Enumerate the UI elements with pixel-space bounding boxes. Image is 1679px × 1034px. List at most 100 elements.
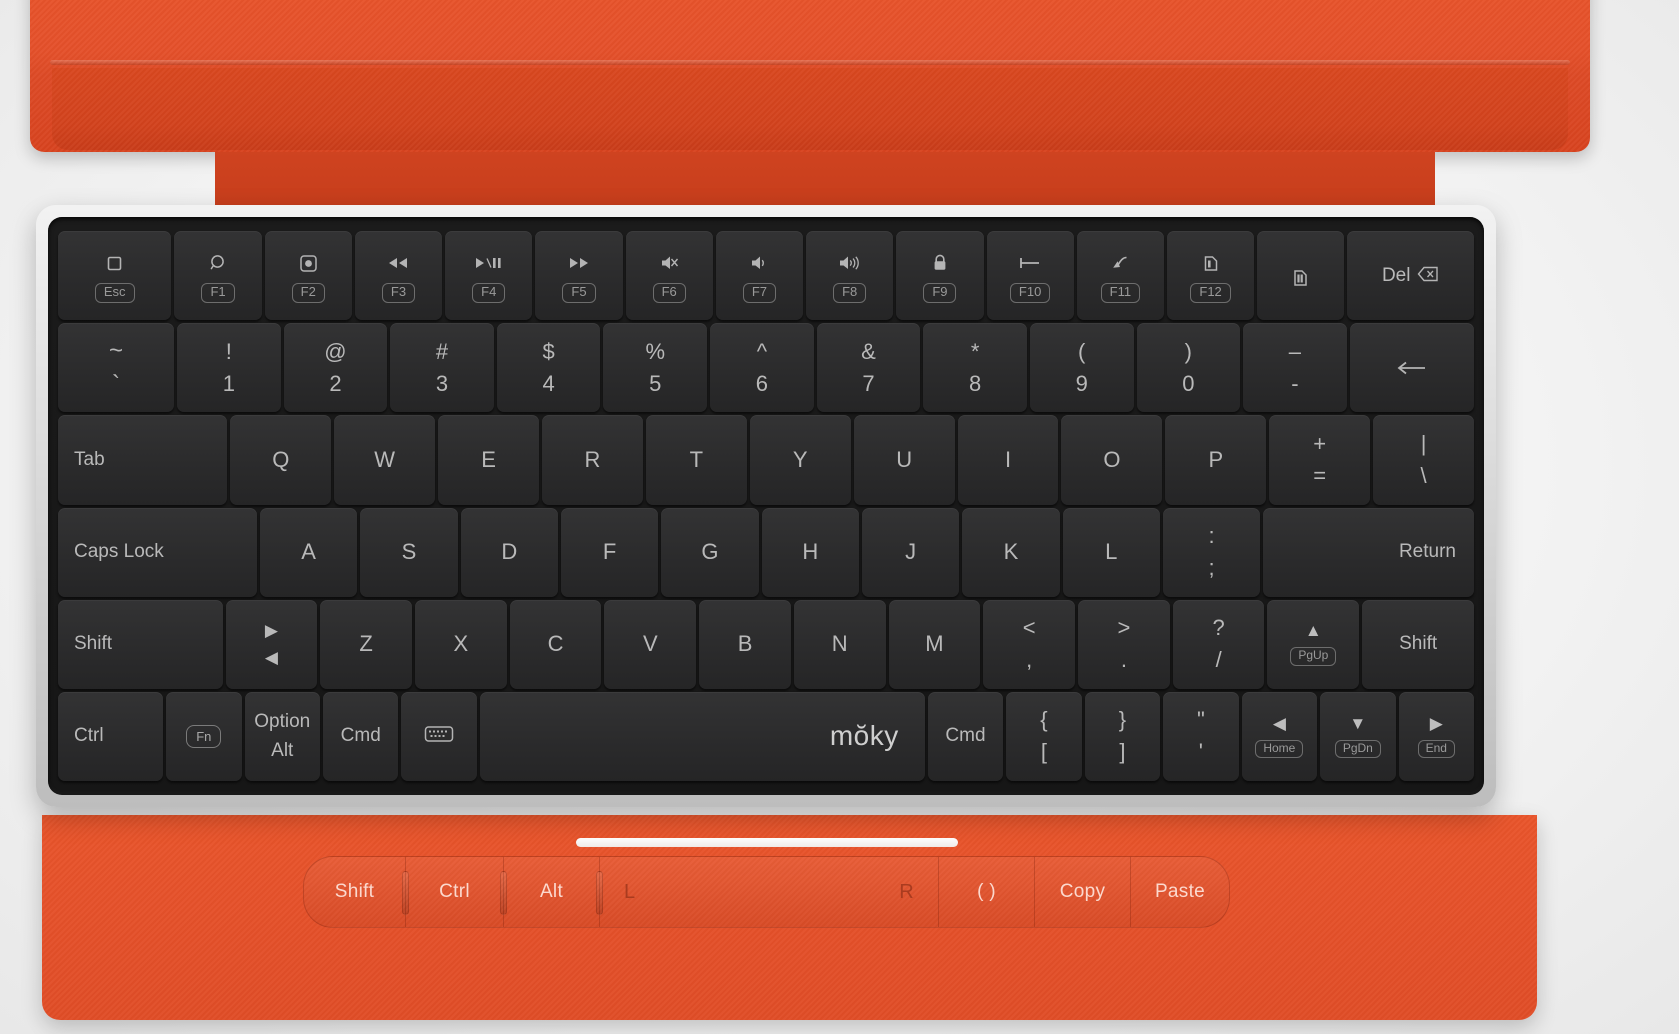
key-p[interactable]: P: [1165, 415, 1267, 505]
trackpad-highlight-bar: [576, 838, 958, 847]
key-q[interactable]: Q: [230, 415, 332, 505]
key-j[interactable]: J: [861, 507, 960, 597]
key-z[interactable]: Z: [320, 599, 413, 689]
strip-parens[interactable]: ( ): [939, 857, 1035, 927]
key-0-top: ): [1184, 338, 1192, 364]
key-x[interactable]: X: [415, 599, 507, 689]
key-slash[interactable]: ? /: [1172, 599, 1265, 689]
key-equal[interactable]: + =: [1269, 415, 1371, 505]
key-f11[interactable]: F11: [1076, 231, 1164, 321]
key-minus[interactable]: – -: [1243, 323, 1347, 413]
key-cmd-left-label: Cmd: [340, 725, 381, 747]
key-arrow-left[interactable]: ◀ Home: [1241, 691, 1318, 782]
lid-lip: [52, 68, 1568, 150]
key-comma[interactable]: < ,: [983, 599, 1076, 689]
key-d[interactable]: D: [460, 507, 558, 597]
key-cmd-left[interactable]: Cmd: [322, 691, 399, 782]
key-bracket-right[interactable]: } ]: [1084, 691, 1161, 782]
key-i[interactable]: I: [957, 415, 1059, 505]
key-end-label: End: [1417, 739, 1455, 759]
key-keyboard-backlight[interactable]: [401, 691, 477, 782]
key-pages[interactable]: [1257, 231, 1345, 321]
key-h[interactable]: H: [761, 507, 859, 597]
strip-shift[interactable]: Shift: [304, 857, 406, 927]
key-backspace[interactable]: [1349, 323, 1475, 413]
key-space[interactable]: mŏky: [479, 691, 925, 782]
key-quote[interactable]: " ': [1163, 691, 1239, 782]
key-option-alt[interactable]: Option Alt: [244, 691, 320, 782]
key-5[interactable]: % 5: [603, 323, 708, 413]
key-4[interactable]: $ 4: [496, 323, 601, 413]
strip-ctrl[interactable]: Ctrl: [402, 857, 504, 927]
key-arrow-right[interactable]: ▶ End: [1398, 691, 1475, 782]
rewind-icon: [386, 252, 410, 274]
key-5-bot: 5: [649, 370, 662, 396]
key-f6[interactable]: F6: [625, 231, 713, 321]
key-9[interactable]: ( 9: [1029, 323, 1134, 413]
strip-alt[interactable]: Alt: [500, 857, 600, 927]
key-m[interactable]: M: [888, 599, 981, 689]
key-backtick[interactable]: ~ `: [58, 323, 175, 413]
key-period[interactable]: > .: [1078, 599, 1170, 689]
key-delete[interactable]: Del: [1347, 231, 1474, 321]
key-g[interactable]: G: [661, 507, 759, 597]
strip-trackpad[interactable]: L R: [596, 857, 939, 927]
key-u[interactable]: U: [853, 415, 955, 505]
key-c[interactable]: C: [509, 599, 602, 689]
key-8[interactable]: * 8: [923, 323, 1027, 413]
key-shift-right[interactable]: Shift: [1362, 599, 1475, 689]
key-f4[interactable]: F4: [445, 231, 533, 321]
key-semicolon[interactable]: : ;: [1162, 507, 1261, 597]
key-f[interactable]: F: [560, 507, 659, 597]
key-arrow-down[interactable]: ▼ PgDn: [1320, 691, 1396, 782]
key-cmd-right[interactable]: Cmd: [927, 691, 1004, 782]
key-0[interactable]: ) 0: [1136, 323, 1241, 413]
strip-copy[interactable]: Copy: [1035, 857, 1131, 927]
key-bracket-left[interactable]: { [: [1006, 691, 1082, 782]
key-f2[interactable]: F2: [264, 231, 352, 321]
key-tab[interactable]: Tab: [58, 415, 228, 505]
key-f8[interactable]: F8: [806, 231, 894, 321]
strip-divider-pill: [500, 871, 507, 915]
touch-strip[interactable]: Shift Ctrl Alt L R ( ) Copy Paste: [303, 856, 1230, 928]
key-s[interactable]: S: [360, 507, 458, 597]
key-3[interactable]: # 3: [390, 323, 494, 413]
key-return[interactable]: Return: [1263, 507, 1474, 597]
key-f10[interactable]: F10: [986, 231, 1074, 321]
volume-up-icon: [838, 252, 862, 274]
key-f12[interactable]: F12: [1166, 231, 1255, 321]
key-r[interactable]: R: [542, 415, 643, 505]
key-b[interactable]: B: [699, 599, 791, 689]
key-f7[interactable]: F7: [715, 231, 804, 321]
key-ctrl[interactable]: Ctrl: [58, 691, 164, 782]
key-f1[interactable]: F1: [174, 231, 262, 321]
key-f9[interactable]: F9: [896, 231, 984, 321]
nav-arrow-right-icon: ▶: [264, 621, 278, 641]
key-esc[interactable]: Esc: [58, 231, 172, 321]
key-arrow-up[interactable]: ▲ PgUp: [1267, 599, 1360, 689]
key-f3[interactable]: F3: [354, 231, 443, 321]
key-w[interactable]: W: [334, 415, 436, 505]
key-backslash[interactable]: | \: [1373, 415, 1475, 505]
arrow-down-icon: ▼: [1349, 713, 1367, 733]
key-y[interactable]: Y: [749, 415, 851, 505]
key-shift-left[interactable]: Shift: [58, 599, 223, 689]
key-v[interactable]: V: [604, 599, 697, 689]
key-f5[interactable]: F5: [535, 231, 623, 321]
strip-paste[interactable]: Paste: [1131, 857, 1229, 927]
key-o[interactable]: O: [1061, 415, 1163, 505]
key-7[interactable]: & 7: [816, 323, 921, 413]
key-a[interactable]: A: [259, 507, 358, 597]
key-l[interactable]: L: [1062, 507, 1160, 597]
key-fn[interactable]: Fn: [166, 691, 242, 782]
key-k[interactable]: K: [962, 507, 1060, 597]
key-6[interactable]: ^ 6: [710, 323, 814, 413]
key-2-top: @: [324, 338, 347, 364]
key-nav-arrows[interactable]: ▶ ◀: [225, 599, 318, 689]
key-e[interactable]: E: [438, 415, 540, 505]
key-caps-lock[interactable]: Caps Lock: [58, 507, 257, 597]
key-n[interactable]: N: [793, 599, 886, 689]
key-2[interactable]: @ 2: [283, 323, 388, 413]
key-t[interactable]: T: [645, 415, 747, 505]
key-1[interactable]: ! 1: [177, 323, 281, 413]
